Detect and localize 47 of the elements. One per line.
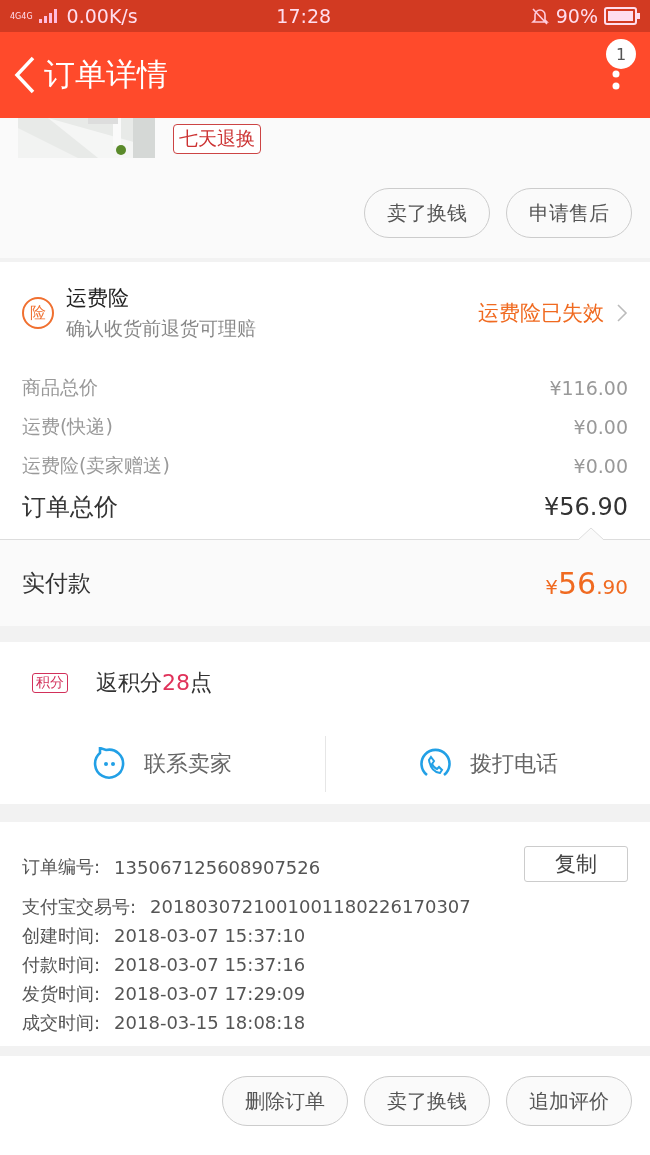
info-label: 发货时间: — [22, 981, 101, 1006]
network-speed: 0.00K/s — [66, 5, 138, 27]
price-label: 订单总价 — [22, 492, 118, 523]
insurance-title: 运费险 — [66, 285, 130, 312]
page-title: 订单详情 — [44, 55, 168, 94]
back-icon[interactable] — [14, 56, 36, 94]
battery-percent: 90% — [555, 5, 598, 27]
info-value: 2018-03-07 17:29:09 — [114, 983, 306, 1004]
info-value: 2018030721001001180226170307 — [150, 896, 471, 917]
insurance-badge: 险 — [22, 297, 54, 329]
price-value: ¥56.90 — [544, 493, 628, 521]
info-value: 2018-03-07 15:37:16 — [114, 954, 306, 975]
info-label: 付款时间: — [22, 952, 101, 977]
paid-amount: ¥56.90 — [545, 565, 628, 601]
battery-icon — [604, 7, 640, 25]
network-label: 4G4G — [10, 11, 33, 21]
notification-badge: 1 — [606, 39, 636, 69]
info-value: 135067125608907526 — [114, 856, 321, 878]
info-label: 创建时间: — [22, 923, 101, 948]
price-value: ¥0.00 — [573, 454, 628, 477]
call-button[interactable]: 拨打电话 — [324, 736, 650, 792]
insurance-subtitle: 确认收货前退货可理赔 — [66, 316, 256, 341]
action-button[interactable]: 卖了换钱 — [364, 1076, 490, 1126]
chevron-icon — [616, 303, 628, 323]
paid-label: 实付款 — [22, 568, 91, 598]
points-text: 返积分28点 — [96, 669, 212, 697]
info-value: 2018-03-07 15:37:10 — [114, 925, 306, 946]
info-label: 支付宝交易号: — [22, 894, 137, 919]
action-button[interactable]: 追加评价 — [506, 1076, 632, 1126]
contact-seller-button[interactable]: 联系卖家 — [0, 724, 325, 804]
points-badge: 积分 — [32, 673, 68, 693]
price-value: ¥116.00 — [549, 376, 628, 399]
action-button[interactable]: 卖了换钱 — [364, 188, 490, 238]
price-value: ¥0.00 — [573, 415, 628, 438]
action-button[interactable]: 删除订单 — [222, 1076, 348, 1126]
copy-button[interactable]: 复制 — [524, 846, 628, 882]
info-value: 2018-03-15 18:08:18 — [114, 1012, 306, 1033]
price-label: 运费险(卖家赠送) — [22, 452, 170, 478]
clock: 17:28 — [276, 5, 333, 27]
info-label: 成交时间: — [22, 1010, 101, 1035]
price-label: 运费(快递) — [22, 413, 113, 439]
smiley-chat-icon — [92, 747, 127, 781]
info-label: 订单编号: — [22, 855, 101, 879]
price-label: 商品总价 — [22, 374, 98, 400]
return-tag: 七天退换 — [173, 124, 261, 154]
action-button[interactable]: 申请售后 — [506, 188, 632, 238]
bell-muted-icon — [529, 6, 550, 26]
